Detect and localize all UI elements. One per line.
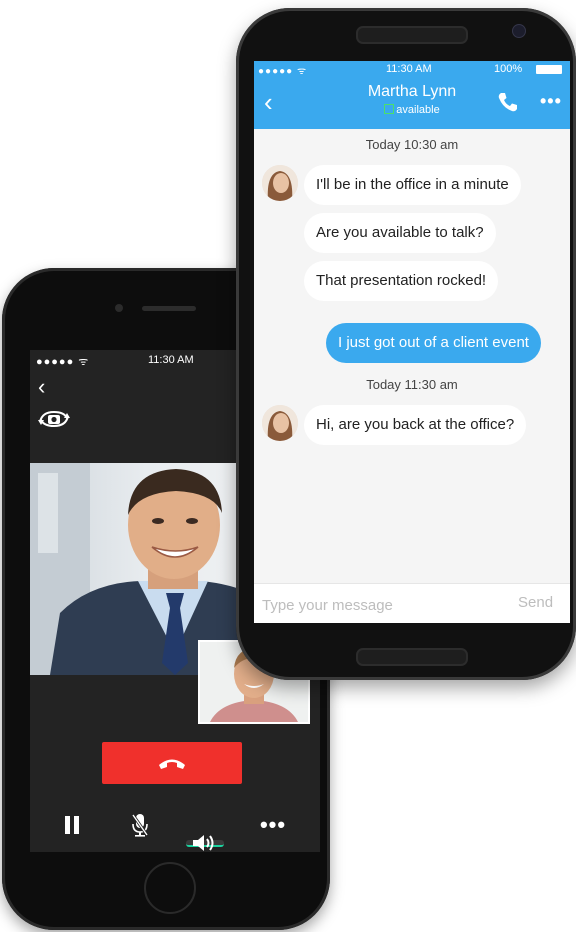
battery-percent: 100% [494,63,523,75]
pause-button[interactable] [58,808,86,842]
message-input[interactable] [260,592,494,618]
message-composer: Send [254,583,570,623]
more-options-button[interactable]: ••• [256,808,290,842]
message-timestamp: Today 11:30 am [366,377,458,392]
incoming-message: I'll be in the office in a minute [304,165,521,205]
message-timestamp: Today 10:30 am [365,137,459,152]
end-call-button[interactable] [102,742,242,784]
call-icon[interactable] [497,91,519,113]
incoming-message: Hi, are you back at the office? [304,405,527,445]
avatar [262,165,298,201]
back-icon[interactable]: ‹ [38,376,58,398]
bottom-speaker [356,648,468,666]
speaker-icon [193,834,214,851]
speaker-button[interactable] [186,834,224,851]
hang-up-icon [159,759,185,769]
presence-icon [384,104,395,114]
signal-icon: ●●●●● ᯤ [36,356,90,368]
earpiece [356,26,468,44]
front-camera [115,304,123,312]
status-time: 11:30 AM [148,354,194,366]
contact-name: Martha Lynn [367,83,457,100]
front-camera [512,24,526,38]
incoming-message: Are you available to talk? [304,213,496,253]
incoming-message: That presentation rocked! [304,261,499,301]
chat-screen: ●●●●● ᯤ 11:30 AM 100% ‹ Martha Lynn avai… [254,61,570,623]
microphone-muted-icon [131,814,149,837]
presence-status: available [254,104,570,116]
earpiece [142,306,196,311]
more-menu-icon[interactable]: ••• [540,91,562,112]
presence-label: available [396,104,440,116]
switch-camera-icon[interactable] [36,408,72,430]
outgoing-message: I just got out of a client event [326,323,541,363]
home-button[interactable] [144,862,196,914]
chat-header: ●●●●● ᯤ 11:30 AM 100% ‹ Martha Lynn avai… [254,61,570,129]
signal-icon: ●●●●● ᯤ [258,66,308,77]
battery-icon [536,65,562,74]
call-controls: ••• [30,802,320,851]
avatar [262,405,298,441]
chat-phone: ●●●●● ᯤ 11:30 AM 100% ‹ Martha Lynn avai… [236,8,576,680]
status-time: 11:30 AM [386,63,432,75]
pause-icon [65,816,79,834]
mute-button[interactable] [126,808,154,842]
send-button[interactable]: Send [518,594,553,611]
